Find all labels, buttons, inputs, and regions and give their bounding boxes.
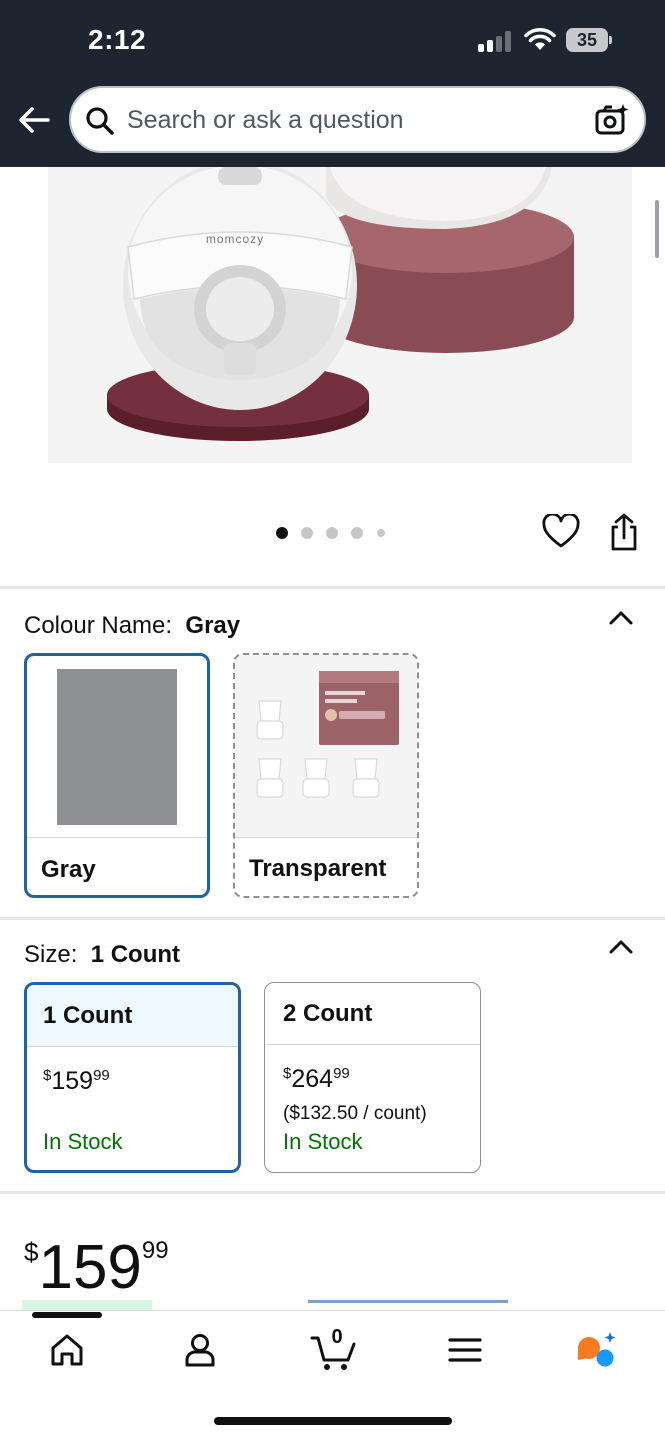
carousel-dot[interactable]	[326, 527, 338, 539]
search-bar[interactable]	[69, 86, 646, 153]
account-icon[interactable]	[180, 1330, 220, 1370]
carousel-dot[interactable]	[377, 529, 385, 537]
size-option-label: 2 Count	[265, 983, 480, 1045]
active-tab-indicator	[32, 1312, 102, 1318]
stock-status: In Stock	[43, 1129, 123, 1154]
rufus-assistant-icon[interactable]	[574, 1330, 618, 1370]
selected-colour: Gray	[185, 612, 241, 639]
size-option-price: $15999	[43, 1067, 110, 1095]
home-indicator	[214, 1417, 452, 1425]
gray-swatch	[57, 669, 177, 825]
product-price: $15999	[24, 1233, 169, 1302]
colour-option-transparent[interactable]: Transparent	[233, 653, 419, 898]
size-option-price: $26499	[283, 1065, 350, 1093]
product-brand-text: momcozy	[206, 232, 264, 246]
section-divider	[0, 1191, 665, 1194]
battery-icon: 35	[566, 28, 612, 52]
chevron-up-icon[interactable]	[608, 610, 634, 626]
section-divider	[0, 917, 665, 920]
size-label: Size: 1 Count	[24, 941, 181, 968]
section-divider	[0, 586, 665, 589]
back-arrow-icon[interactable]	[14, 102, 54, 138]
carousel-dot[interactable]	[301, 527, 313, 539]
colour-option-gray[interactable]: Gray	[24, 653, 210, 898]
search-input[interactable]	[127, 100, 567, 140]
home-icon[interactable]	[47, 1330, 87, 1370]
search-icon	[86, 107, 114, 135]
unit-price: ($132.50 / count)	[283, 1103, 427, 1124]
product-image[interactable]: momcozy	[0, 167, 665, 497]
size-option-label: 1 Count	[27, 985, 238, 1047]
heart-icon[interactable]	[542, 514, 580, 550]
menu-icon[interactable]	[445, 1330, 485, 1370]
status-time: 2:12	[88, 24, 147, 55]
cart-count: 0	[331, 1326, 343, 1348]
product-page: 2:12 35 Search or ask a question momcozy…	[0, 0, 665, 1440]
colour-swatch-image	[27, 656, 207, 838]
colour-option-label: Transparent	[249, 855, 387, 882]
scrollbar[interactable]	[655, 200, 659, 258]
wifi-icon	[524, 28, 556, 50]
camera-search-icon[interactable]	[594, 102, 630, 138]
selected-size: 1 Count	[90, 941, 181, 968]
carousel-dot[interactable]	[276, 527, 288, 539]
battery-level: 35	[576, 30, 598, 50]
top-bar: 2:12 35	[0, 0, 665, 167]
cart-icon[interactable]: 0	[310, 1326, 356, 1372]
chevron-up-icon[interactable]	[608, 939, 634, 955]
cellular-signal-icon	[478, 30, 514, 52]
stock-status: In Stock	[283, 1129, 363, 1154]
size-option-1-count[interactable]: 1 Count $15999 In Stock	[24, 982, 241, 1173]
colour-option-label: Gray	[41, 856, 96, 883]
colour-swatch-image	[235, 655, 417, 838]
carousel-dot[interactable]	[351, 527, 363, 539]
colour-name-label: Colour Name: Gray	[24, 612, 241, 639]
size-option-2-count[interactable]: 2 Count $26499 ($132.50 / count) In Stoc…	[264, 982, 481, 1173]
share-icon[interactable]	[606, 512, 642, 552]
